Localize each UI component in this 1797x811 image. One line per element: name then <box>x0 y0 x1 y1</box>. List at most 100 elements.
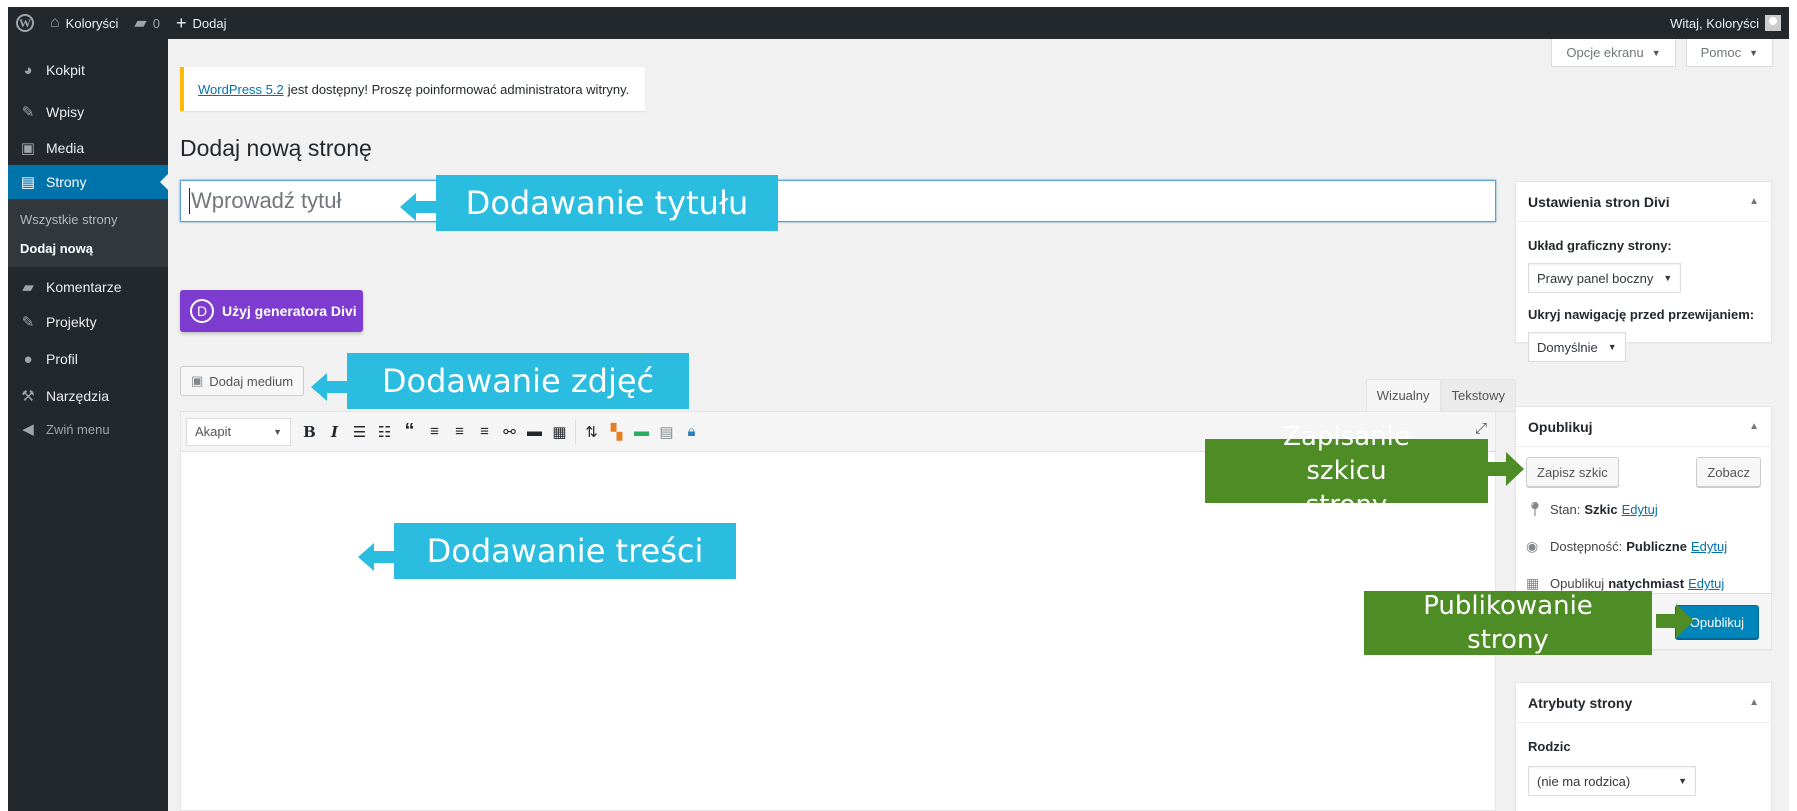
user-icon: ● <box>23 350 33 368</box>
title-input[interactable]: Wprowadź tytuł <box>180 180 1496 222</box>
schedule-value: natychmiast <box>1608 576 1685 591</box>
toolbar-toggle-icon[interactable]: ▦ <box>547 418 572 446</box>
divi-logo-icon: D <box>190 299 214 323</box>
status-value: Szkic <box>1584 502 1618 517</box>
wp-admin-frame: W ⌂ Koloryści ▰ 0 + Dodaj Witaj, Koloryś… <box>8 7 1789 811</box>
caret-down-icon: ▼ <box>1678 776 1687 786</box>
preview-button[interactable]: Zobacz <box>1696 457 1761 487</box>
wrench-icon: ⚒ <box>21 388 35 405</box>
layout-select[interactable]: Prawy panel boczny ▼ <box>1528 263 1682 293</box>
collapse-label: Zwiń menu <box>46 421 110 437</box>
help-label: Pomoc <box>1700 45 1742 60</box>
update-notice: WordPress 5.2 jest dostępny! Proszę poin… <box>180 67 645 111</box>
numbered-list-icon[interactable]: ☷ <box>372 418 397 446</box>
box-header[interactable]: Ustawienia stron Divi ▲ <box>1516 182 1771 222</box>
lock-icon[interactable]: 🔒︎ <box>679 418 704 446</box>
box-header[interactable]: Atrybuty strony ▲ <box>1516 683 1771 723</box>
sidebar-item-narzedzia[interactable]: ⚒ Narzędzia <box>8 381 168 411</box>
box-body: Rodzic (nie ma rodzica) ▼ <box>1516 723 1771 806</box>
bullet-list-icon[interactable]: ☰ <box>347 418 372 446</box>
fullscreen-icon[interactable]: ⤢ <box>1475 420 1487 437</box>
shortcode-icon[interactable]: ⇅ <box>579 418 604 446</box>
italic-icon[interactable]: I <box>322 418 347 446</box>
collapse-arrow-icon[interactable]: ▲ <box>1749 421 1759 432</box>
add-new-link[interactable]: + Dodaj <box>168 7 234 39</box>
title-placeholder: Wprowadź tytuł <box>191 188 342 213</box>
align-left-icon[interactable]: ≡ <box>422 418 447 446</box>
edit-status-link[interactable]: Edytuj <box>1622 502 1658 517</box>
grid-icon[interactable]: ▚ <box>604 418 629 446</box>
annotation-images: Dodawanie zdjęć <box>347 353 689 409</box>
sidebar-item-komentarze[interactable]: ▰ Komentarze <box>8 267 168 307</box>
read-more-icon[interactable]: ▬ <box>522 418 547 446</box>
edit-visibility-link[interactable]: Edytuj <box>1691 539 1727 554</box>
blockquote-icon[interactable]: “ <box>397 418 422 446</box>
arrow-right-icon <box>1486 452 1524 486</box>
sidebar-item-media[interactable]: ▣ Media <box>8 131 168 165</box>
divi-button-label: Użyj generatora Divi <box>222 303 357 319</box>
submenu-all-pages[interactable]: Wszystkie strony <box>8 205 168 234</box>
annotation-publish: Publikowanie strony <box>1364 591 1652 655</box>
collapse-icon: ◀ <box>22 421 34 438</box>
box-icon[interactable]: ▤ <box>654 418 679 446</box>
tab-text[interactable]: Tekstowy <box>1440 379 1516 412</box>
eye-icon: ◉ <box>1526 538 1539 554</box>
divider-icon[interactable]: ▬ <box>629 418 654 446</box>
align-center-icon[interactable]: ≡ <box>447 418 472 446</box>
align-right-icon[interactable]: ≡ <box>472 418 497 446</box>
plus-icon: + <box>175 12 187 33</box>
wordpress-update-link[interactable]: WordPress 5.2 <box>198 82 284 97</box>
format-select[interactable]: Akapit ▼ <box>186 417 291 446</box>
pages-submenu: Wszystkie strony Dodaj nową <box>8 199 168 267</box>
collapse-arrow-icon[interactable]: ▲ <box>1749 196 1759 207</box>
wp-logo-menu[interactable]: W <box>8 7 42 39</box>
add-media-button[interactable]: ▣ Dodaj medium <box>180 366 305 396</box>
screen-options-button[interactable]: Opcje ekranu ▼ <box>1551 39 1676 67</box>
page-title: Dodaj nową stronę <box>180 135 372 161</box>
annotation-save-draft: Zapisanie szkicu strony <box>1205 422 1488 520</box>
comment-icon: ▰ <box>134 15 147 32</box>
parent-select[interactable]: (nie ma rodzica) ▼ <box>1528 766 1696 796</box>
media-icon: ▣ <box>20 140 36 157</box>
pin-icon: 📍︎ <box>1526 501 1544 517</box>
hide-nav-select[interactable]: Domyślnie ▼ <box>1528 332 1626 362</box>
tab-visual[interactable]: Wizualny <box>1365 379 1441 412</box>
link-icon[interactable]: ⚯ <box>497 418 522 446</box>
help-button[interactable]: Pomoc ▼ <box>1685 39 1773 67</box>
save-draft-button[interactable]: Zapisz szkic <box>1526 457 1619 487</box>
avatar <box>1765 15 1781 31</box>
collapse-arrow-icon[interactable]: ▲ <box>1749 697 1759 708</box>
visibility-label: Dostępność: <box>1550 539 1623 554</box>
divi-settings-box: Ustawienia stron Divi ▲ Układ graficzny … <box>1515 181 1772 362</box>
sidebar-item-profil[interactable]: ● Profil <box>8 337 168 381</box>
site-name: Koloryści <box>65 15 119 31</box>
edit-schedule-link[interactable]: Edytuj <box>1688 576 1724 591</box>
comments-link[interactable]: ▰ 0 <box>126 7 168 39</box>
comments-count: 0 <box>152 15 160 31</box>
submenu-add-new[interactable]: Dodaj nową <box>8 234 168 263</box>
annotation-content: Dodawanie treści <box>394 523 736 579</box>
parent-label: Rodzic <box>1528 739 1571 754</box>
sidebar-item-label: Media <box>46 140 85 156</box>
collapse-menu-button[interactable]: ◀ Zwiń menu <box>8 411 168 447</box>
sidebar-item-kokpit[interactable]: ◕ Kokpit <box>8 47 168 93</box>
site-name-link[interactable]: ⌂ Koloryści <box>42 7 126 39</box>
sidebar-item-strony[interactable]: ▤ Strony <box>8 165 168 199</box>
sidebar-item-wpisy[interactable]: ✎ Wpisy <box>8 93 168 131</box>
toolbar-separator <box>575 419 576 444</box>
admin-sidebar: ◕ Kokpit ✎ Wpisy ▣ Media ▤ Strony Wszyst… <box>8 39 168 811</box>
sidebar-item-label: Wpisy <box>46 104 85 120</box>
account-menu[interactable]: Witaj, Koloryści <box>1670 15 1789 31</box>
publish-actions: Zapisz szkic Zobacz <box>1526 457 1761 487</box>
sidebar-item-projekty[interactable]: ✎ Projekty <box>8 307 168 337</box>
page-attributes-box: Atrybuty strony ▲ Rodzic (nie ma rodzica… <box>1515 682 1772 811</box>
use-divi-builder-button[interactable]: D Użyj generatora Divi <box>180 290 363 332</box>
dashboard-icon: ◕ <box>23 61 33 79</box>
greeting: Witaj, Koloryści <box>1670 15 1759 31</box>
box-header[interactable]: Opublikuj ▲ <box>1516 407 1771 447</box>
parent-select-value: (nie ma rodzica) <box>1537 773 1631 789</box>
comment-icon: ▰ <box>22 279 34 296</box>
caret-down-icon: ▼ <box>1749 47 1758 58</box>
media-icon: ▣ <box>191 373 204 388</box>
bold-icon[interactable]: B <box>297 418 322 446</box>
